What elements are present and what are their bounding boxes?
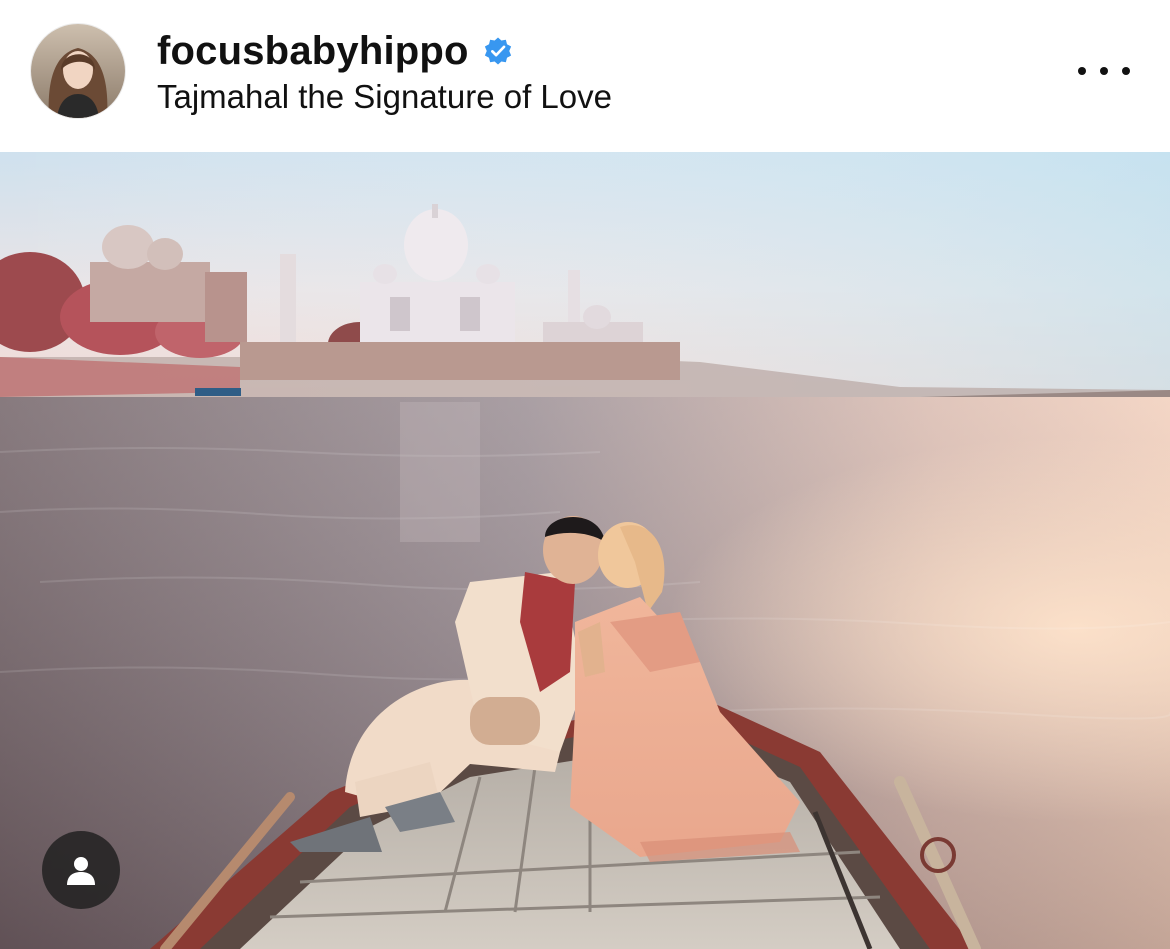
user-tag-button[interactable] [42, 831, 120, 909]
taj-mahal-photo [0, 152, 1170, 949]
avatar-image [31, 24, 125, 118]
username[interactable]: focusbabyhippo [157, 29, 469, 74]
post-image[interactable] [0, 152, 1170, 949]
more-dot-icon [1100, 67, 1108, 75]
verified-badge-icon [484, 37, 511, 65]
post-caption: Tajmahal the Signature of Love [157, 78, 612, 115]
more-dot-icon [1078, 67, 1086, 75]
user-tag-icon [67, 857, 95, 885]
more-dot-icon [1122, 67, 1130, 75]
avatar[interactable] [31, 24, 125, 118]
post-header: focusbabyhippo Tajmahal the Signature of… [0, 0, 1170, 152]
more-options-button[interactable] [1078, 56, 1130, 86]
username-row: focusbabyhippo [157, 26, 513, 76]
